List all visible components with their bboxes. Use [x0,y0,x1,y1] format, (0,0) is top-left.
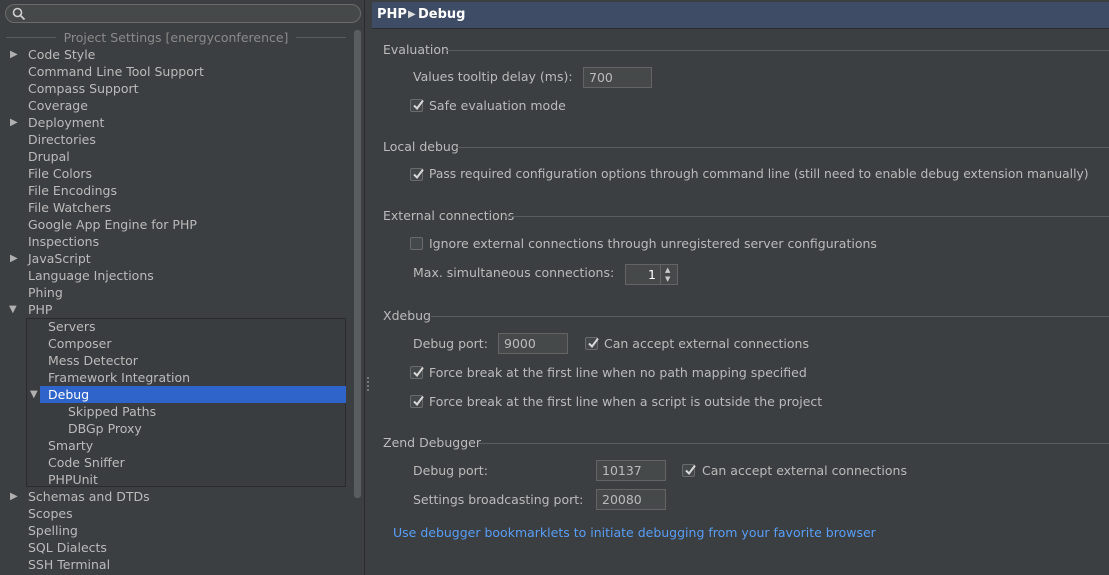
safe-evaluation-checkbox[interactable] [410,99,424,112]
checkmark-icon [685,464,696,476]
section-title-external-connections: External connections [383,208,515,223]
broadcast-port-label: Settings broadcasting port: [413,492,584,507]
splitter-grip-icon[interactable] [366,377,370,391]
bookmarklets-link[interactable]: Use debugger bookmarklets to initiate de… [393,524,876,541]
breadcrumb-debug: Debug [418,7,466,22]
xdebug-port-input[interactable] [498,333,568,354]
section-title-zend-debugger: Zend Debugger [383,435,481,450]
zend-port-label: Debug port: [413,463,488,478]
expand-arrow-icon[interactable]: ▶ [10,488,22,505]
checkmark-icon [588,337,599,349]
section-divider [456,147,1109,148]
ignore-external-checkbox[interactable] [410,237,423,250]
force-break-no-mapping-checkbox[interactable] [410,366,424,379]
zend-port-input[interactable] [596,460,666,481]
spinner-buttons[interactable]: ▲ ▼ [660,265,677,284]
tooltip-delay-label: Values tooltip delay (ms): [413,69,573,84]
checkmark-icon [413,366,424,378]
breadcrumb-arrow-icon: ▶ [408,9,416,20]
expand-arrow-icon[interactable]: ▶ [10,250,22,267]
settings-content: PHP ▶ Debug Evaluation Values tooltip de… [372,0,1109,575]
xdebug-accept-external-label: Can accept external connections [604,336,809,351]
broadcast-port-input[interactable] [596,489,666,510]
breadcrumb-php: PHP [377,7,407,22]
search-input[interactable] [30,6,354,23]
search-box[interactable] [5,4,361,23]
collapse-arrow-icon[interactable]: ▼ [9,301,21,318]
safe-evaluation-label: Safe evaluation mode [429,98,566,113]
tooltip-delay-input[interactable] [583,67,652,88]
pass-options-checkbox[interactable] [410,168,424,181]
section-title-local-debug: Local debug [383,139,459,154]
expand-arrow-icon[interactable]: ▶ [10,46,22,63]
spinner-up-icon[interactable]: ▲ [665,266,670,274]
max-connections-label: Max. simultaneous connections: [413,265,615,280]
pass-options-label: Pass required configuration options thro… [429,167,1089,181]
section-title-evaluation: Evaluation [383,42,449,57]
xdebug-port-label: Debug port: [413,336,488,351]
search-icon [12,7,26,21]
ignore-external-label: Ignore external connections through unre… [429,236,877,251]
max-connections-value: 1 [648,267,656,282]
force-break-outside-project-checkbox[interactable] [410,395,424,408]
section-divider [431,316,1109,317]
section-divider [478,443,1109,444]
checkmark-icon [413,168,424,180]
collapse-arrow-icon[interactable]: ▼ [30,386,42,403]
xdebug-accept-external-checkbox[interactable] [585,337,599,350]
checkmark-icon [413,395,424,407]
zend-accept-external-label: Can accept external connections [702,463,907,478]
section-title-xdebug: Xdebug [383,308,431,323]
checkmark-icon [413,99,424,111]
sidebar-group-title: Project Settings [energyconference] [0,29,352,46]
spinner-down-icon[interactable]: ▼ [665,275,670,283]
sidebar-scrollbar-thumb[interactable] [354,30,361,498]
force-break-outside-project-label: Force break at the first line when a scr… [429,394,823,409]
section-divider [505,216,1109,217]
force-break-no-mapping-label: Force break at the first line when no pa… [429,365,807,380]
max-connections-spinner[interactable]: 1 ▲ ▼ [625,264,678,285]
breadcrumb: PHP ▶ Debug [372,2,1109,29]
expand-arrow-icon[interactable]: ▶ [10,114,22,131]
settings-sidebar: Project Settings [energyconference] ▶ Co… [0,0,364,575]
section-divider [446,50,1109,51]
zend-accept-external-checkbox[interactable] [682,464,696,477]
